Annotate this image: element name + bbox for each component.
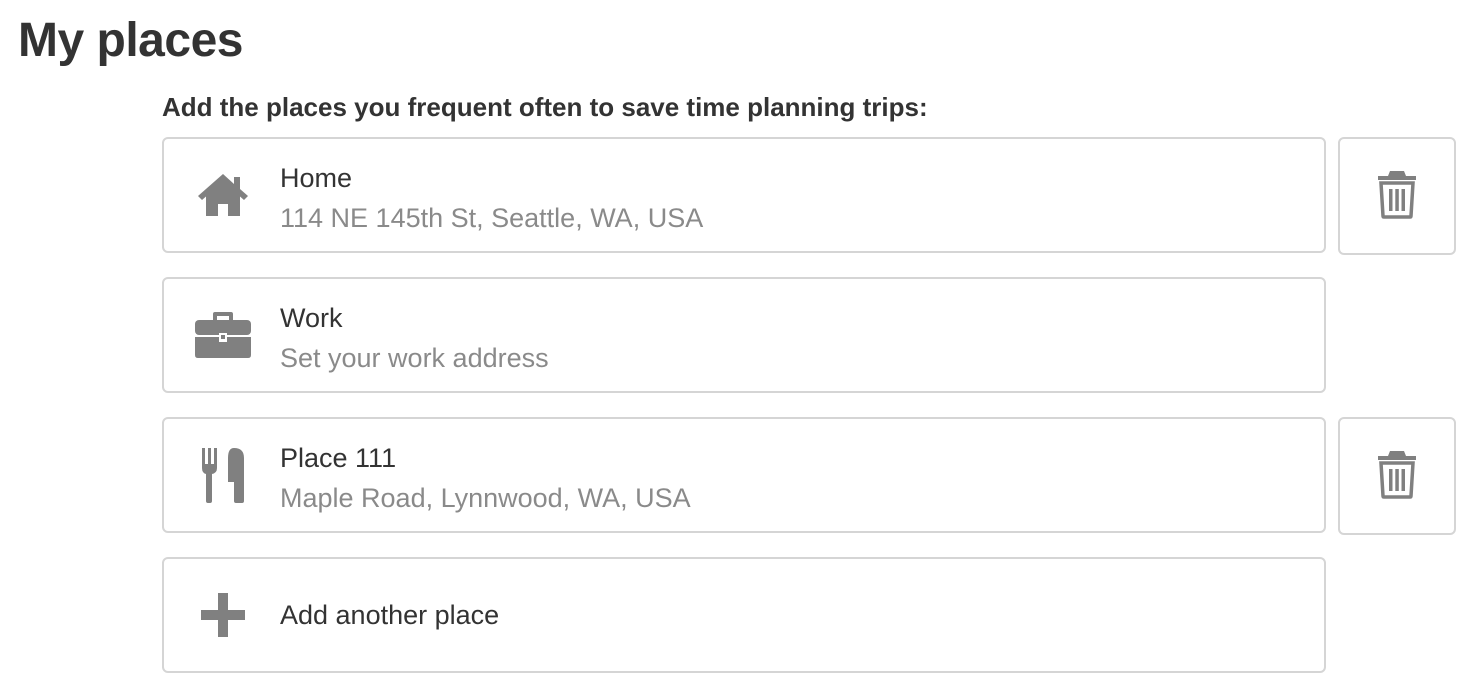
- delete-place-111-button[interactable]: [1338, 417, 1456, 535]
- place-card-home[interactable]: Home 114 NE 145th St, Seattle, WA, USA: [162, 137, 1326, 253]
- fork-knife-icon: [194, 446, 252, 504]
- place-address: Set your work address: [280, 343, 549, 373]
- place-name: Place 111: [280, 443, 397, 473]
- place-card-work[interactable]: Work Set your work address: [162, 277, 1326, 393]
- home-icon: [194, 166, 252, 224]
- instructions-text: Add the places you frequent often to sav…: [162, 92, 928, 122]
- trash-icon: [1376, 169, 1418, 224]
- place-card-place-111[interactable]: Place 111 Maple Road, Lynnwood, WA, USA: [162, 417, 1326, 533]
- place-name: Work: [280, 303, 343, 333]
- add-place-label: Add another place: [280, 600, 500, 630]
- delete-home-button[interactable]: [1338, 137, 1456, 255]
- add-place-button[interactable]: Add another place: [162, 557, 1326, 673]
- briefcase-icon: [194, 306, 252, 364]
- place-address: Maple Road, Lynnwood, WA, USA: [280, 483, 691, 513]
- place-address: 114 NE 145th St, Seattle, WA, USA: [280, 203, 704, 233]
- plus-icon: [194, 586, 252, 644]
- trash-icon: [1376, 449, 1418, 504]
- page-title: My places: [18, 14, 243, 67]
- place-name: Home: [280, 163, 353, 193]
